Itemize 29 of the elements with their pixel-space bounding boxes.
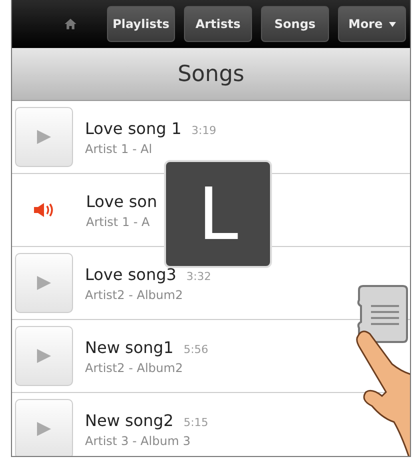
page-title: Songs xyxy=(178,62,244,86)
nav-button[interactable]: Songs xyxy=(261,6,329,42)
play-button[interactable] xyxy=(15,253,73,313)
song-artist-album: Artist 1 - Al xyxy=(85,142,154,156)
index-letter-popup: L xyxy=(164,160,272,268)
song-title: New song1 xyxy=(85,338,174,356)
caret-icon xyxy=(388,22,396,26)
song-duration: 3:19 xyxy=(192,124,216,136)
play-icon xyxy=(36,348,52,364)
play-button[interactable] xyxy=(15,326,73,386)
nav-button[interactable]: More xyxy=(338,6,406,42)
play-icon xyxy=(36,275,52,291)
song-artist-album: Artist 1 - A xyxy=(86,214,151,228)
play-icon xyxy=(36,421,52,437)
song-duration: 3:32 xyxy=(186,270,212,282)
song-artist-album: Artist2 - Album2 xyxy=(85,288,184,302)
song-title: New song2 xyxy=(85,410,174,430)
play-icon xyxy=(36,129,52,145)
play-button[interactable] xyxy=(15,107,73,167)
nav-button[interactable]: Playlists xyxy=(107,6,175,42)
song-duration: 5:56 xyxy=(184,342,208,356)
song-artist-album: Artist 3 - Album 3 xyxy=(85,434,192,448)
nav-button[interactable]: Artists xyxy=(184,6,252,42)
song-title: Love song 1 xyxy=(85,118,182,138)
fast-scroll-handle[interactable] xyxy=(357,284,409,344)
song-duration: 5:15 xyxy=(184,416,208,428)
song-title: Love son xyxy=(86,192,158,210)
song-artist-album: Artist2 - Album2 xyxy=(85,360,184,374)
play-button[interactable] xyxy=(15,399,73,456)
